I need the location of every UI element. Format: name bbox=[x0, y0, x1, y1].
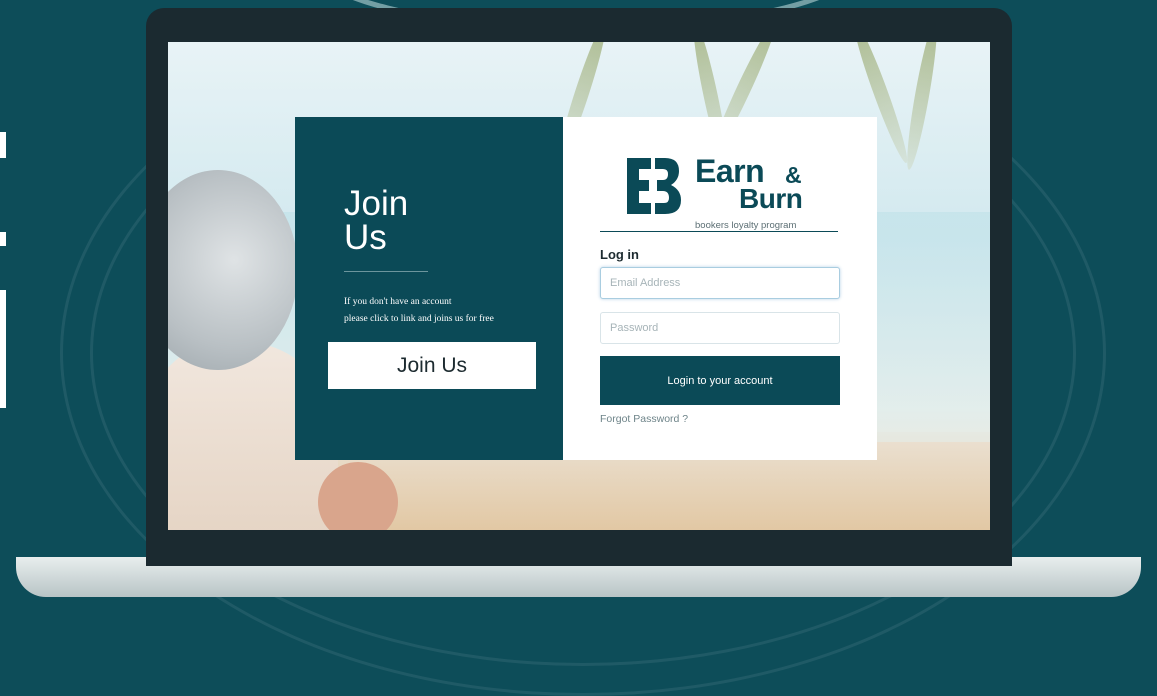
join-divider bbox=[344, 271, 428, 272]
logo-word-burn: Burn bbox=[739, 183, 803, 214]
join-description: If you don't have an account please clic… bbox=[344, 294, 554, 328]
join-panel: Join Us If you don't have an account ple… bbox=[295, 117, 563, 460]
login-button[interactable]: Login to your account bbox=[600, 356, 840, 405]
join-us-button[interactable]: Join Us bbox=[328, 342, 536, 389]
email-input[interactable] bbox=[600, 267, 840, 299]
side-decoration bbox=[0, 132, 6, 158]
join-description-line1: If you don't have an account bbox=[344, 297, 452, 307]
forgot-password-link[interactable]: Forgot Password ? bbox=[600, 413, 688, 425]
logo-divider bbox=[600, 231, 838, 232]
login-heading: Log in bbox=[600, 247, 639, 262]
join-title-line2: Us bbox=[344, 218, 387, 257]
eb-monogram-icon bbox=[627, 158, 681, 214]
password-input[interactable] bbox=[600, 312, 840, 344]
join-title: Join Us bbox=[344, 184, 504, 257]
side-decoration bbox=[0, 290, 6, 408]
side-decoration bbox=[0, 232, 6, 246]
join-description-line2: please click to link and joins us for fr… bbox=[344, 314, 494, 324]
login-panel: Earn & Burn bookers loyalty program Log … bbox=[563, 117, 877, 460]
join-title-line1: Join bbox=[344, 184, 409, 223]
palm-leaf bbox=[902, 42, 942, 171]
brand-tagline: bookers loyalty program bbox=[695, 220, 797, 231]
